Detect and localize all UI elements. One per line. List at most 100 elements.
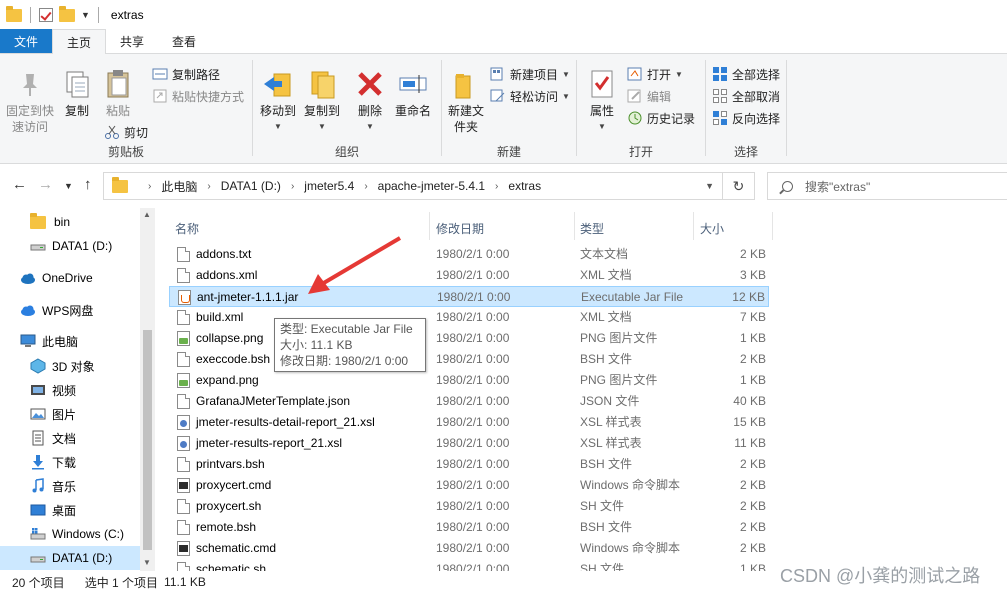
- breadcrumb-item[interactable]: DATA1 (D:): [221, 179, 281, 193]
- customize-dropdown-icon[interactable]: ▼: [81, 10, 90, 20]
- file-row[interactable]: schematic.sh 1980/2/1 0:00 SH 文件 1 KB: [169, 559, 769, 571]
- divider[interactable]: [772, 212, 773, 240]
- refresh-button[interactable]: ↻: [723, 172, 755, 200]
- new-group-label: 新建: [496, 145, 521, 159]
- invert-selection-icon: [712, 110, 728, 126]
- invert-selection-button[interactable]: 反向选择: [712, 108, 780, 128]
- breadcrumb-item[interactable]: apache-jmeter-5.4.1: [378, 179, 485, 193]
- properties-button[interactable]: 属性 ▼: [581, 68, 623, 135]
- nav-item-data1-drive-selected[interactable]: DATA1 (D:): [0, 546, 140, 570]
- scroll-down-icon[interactable]: ▼: [143, 558, 151, 567]
- folder-icon: [30, 212, 46, 229]
- breadcrumb-item[interactable]: jmeter5.4: [304, 179, 354, 193]
- file-size: 11 KB: [734, 436, 766, 450]
- copy-path-button[interactable]: 复制路径: [152, 64, 220, 84]
- file-row[interactable]: execcode.bsh 1980/2/1 0:00 BSH 文件 2 KB: [169, 349, 769, 370]
- copy-to-button[interactable]: 复制到 ▼: [301, 68, 343, 135]
- nav-item-wps[interactable]: WPS网盘: [0, 298, 140, 322]
- breadcrumb-item[interactable]: extras: [508, 179, 541, 193]
- chevron-right-icon[interactable]: ›: [291, 181, 294, 192]
- nav-item-onedrive[interactable]: OneDrive: [0, 266, 140, 290]
- refresh-icon: ↻: [732, 177, 745, 194]
- column-header-name[interactable]: 名称: [175, 216, 199, 240]
- nav-item-this-pc[interactable]: 此电脑: [0, 329, 140, 353]
- easy-access-button[interactable]: 轻松访问 ▼: [490, 86, 570, 106]
- cut-button[interactable]: 剪切: [104, 122, 148, 142]
- nav-item-desktop[interactable]: 桌面: [0, 498, 140, 522]
- file-row[interactable]: ant-jmeter-1.1.1.jar 1980/2/1 0:00 Executa…: [169, 286, 769, 307]
- nav-item-data1-drive[interactable]: DATA1 (D:): [0, 234, 140, 258]
- nav-item-bin[interactable]: bin: [0, 210, 140, 234]
- column-header-size[interactable]: 大小: [700, 216, 724, 240]
- file-row[interactable]: remote.bsh 1980/2/1 0:00 BSH 文件 2 KB: [169, 517, 769, 538]
- file-row[interactable]: GrafanaJMeterTemplate.json 1980/2/1 0:00 J…: [169, 391, 769, 412]
- file-type: Executable Jar File: [581, 290, 684, 304]
- paste-button[interactable]: 粘贴: [100, 68, 136, 119]
- file-row[interactable]: jmeter-results-report_21.xsl 1980/2/1 0:0…: [169, 433, 769, 454]
- new-folder-icon[interactable]: [59, 5, 75, 22]
- nav-item-music[interactable]: 音乐: [0, 474, 140, 498]
- nav-scrollbar[interactable]: ▲ ▼: [140, 208, 155, 571]
- pin-quick-access-button[interactable]: 固定到快速访问: [4, 68, 56, 135]
- recent-locations-icon[interactable]: ▼: [64, 181, 73, 191]
- delete-button[interactable]: 删除 ▼: [353, 68, 387, 135]
- chevron-right-icon[interactable]: ›: [364, 181, 367, 192]
- file-name: schematic.sh: [196, 562, 267, 571]
- copy-icon: [61, 68, 93, 100]
- move-to-button[interactable]: 移动到 ▼: [257, 68, 299, 135]
- nav-item-documents[interactable]: 文档: [0, 426, 140, 450]
- tab-view[interactable]: 查看: [158, 29, 210, 53]
- scroll-up-icon[interactable]: ▲: [143, 210, 151, 219]
- picture-icon: [30, 406, 46, 422]
- forward-arrow-icon[interactable]: →: [38, 176, 53, 193]
- scrollbar-thumb[interactable]: [143, 330, 152, 550]
- divider[interactable]: [574, 212, 575, 240]
- json-file-icon: [177, 394, 190, 409]
- file-row[interactable]: addons.txt 1980/2/1 0:00 文本文档 2 KB: [169, 244, 769, 265]
- file-date: 1980/2/1 0:00: [436, 394, 510, 408]
- back-arrow-icon[interactable]: ←: [12, 176, 27, 193]
- column-header-date[interactable]: 修改日期: [436, 216, 484, 240]
- breadcrumb-item[interactable]: 此电脑: [161, 178, 197, 195]
- rename-button[interactable]: 重命名: [391, 68, 435, 119]
- file-row[interactable]: printvars.bsh 1980/2/1 0:00 BSH 文件 2 KB: [169, 454, 769, 475]
- tab-home[interactable]: 主页: [52, 29, 107, 54]
- file-tooltip: 类型: Executable Jar File 大小: 11.1 KB 修改日期…: [274, 318, 426, 372]
- copy-button[interactable]: 复制: [60, 68, 94, 119]
- open-button[interactable]: 打开 ▼: [627, 64, 683, 84]
- new-folder-button[interactable]: 新建文件夹: [444, 68, 488, 135]
- new-item-button[interactable]: 新建项目 ▼: [490, 64, 570, 84]
- file-row[interactable]: proxycert.cmd 1980/2/1 0:00 Windows 命令脚本 2 …: [169, 475, 769, 496]
- file-row[interactable]: schematic.cmd 1980/2/1 0:00 Windows 命令脚本 2 …: [169, 538, 769, 559]
- history-button[interactable]: 历史记录: [627, 108, 695, 128]
- address-dropdown-icon[interactable]: ▼: [705, 181, 714, 191]
- chevron-right-icon[interactable]: ›: [495, 181, 498, 192]
- file-row[interactable]: build.xml 1980/2/1 0:00 XML 文档 7 KB: [169, 307, 769, 328]
- divider[interactable]: [693, 212, 694, 240]
- nav-item-label: OneDrive: [42, 271, 93, 285]
- nav-item-videos[interactable]: 视频: [0, 378, 140, 402]
- nav-item-downloads[interactable]: 下载: [0, 450, 140, 474]
- divider[interactable]: [429, 212, 430, 240]
- tab-file[interactable]: 文件: [0, 29, 52, 53]
- tab-share[interactable]: 共享: [106, 29, 158, 53]
- file-row[interactable]: expand.png 1980/2/1 0:00 PNG 图片文件 1 KB: [169, 370, 769, 391]
- nav-item-3d-objects[interactable]: 3D 对象: [0, 354, 140, 378]
- column-header-type[interactable]: 类型: [580, 216, 604, 240]
- select-all-button[interactable]: 全部选择: [712, 64, 780, 84]
- chevron-right-icon[interactable]: ›: [207, 181, 210, 192]
- nav-item-pictures[interactable]: 图片: [0, 402, 140, 426]
- move-to-label: 移动到: [259, 104, 296, 118]
- file-row[interactable]: proxycert.sh 1980/2/1 0:00 SH 文件 2 KB: [169, 496, 769, 517]
- edit-button[interactable]: 编辑: [627, 86, 671, 106]
- nav-item-windows-drive[interactable]: Windows (C:): [0, 522, 140, 546]
- select-none-button[interactable]: 全部取消: [712, 86, 780, 106]
- paste-shortcut-button[interactable]: 粘贴快捷方式: [152, 86, 244, 106]
- file-row[interactable]: jmeter-results-detail-report_21.xsl 1980/…: [169, 412, 769, 433]
- properties-icon[interactable]: [39, 8, 53, 22]
- file-row[interactable]: collapse.png 1980/2/1 0:00 PNG 图片文件 1 KB: [169, 328, 769, 349]
- up-arrow-icon[interactable]: ↑: [84, 176, 92, 193]
- address-bar[interactable]: › 此电脑 › DATA1 (D:) › jmeter5.4 › apache-…: [103, 172, 723, 200]
- search-input[interactable]: 搜索"extras": [767, 172, 1007, 200]
- file-row[interactable]: addons.xml 1980/2/1 0:00 XML 文档 3 KB: [169, 265, 769, 286]
